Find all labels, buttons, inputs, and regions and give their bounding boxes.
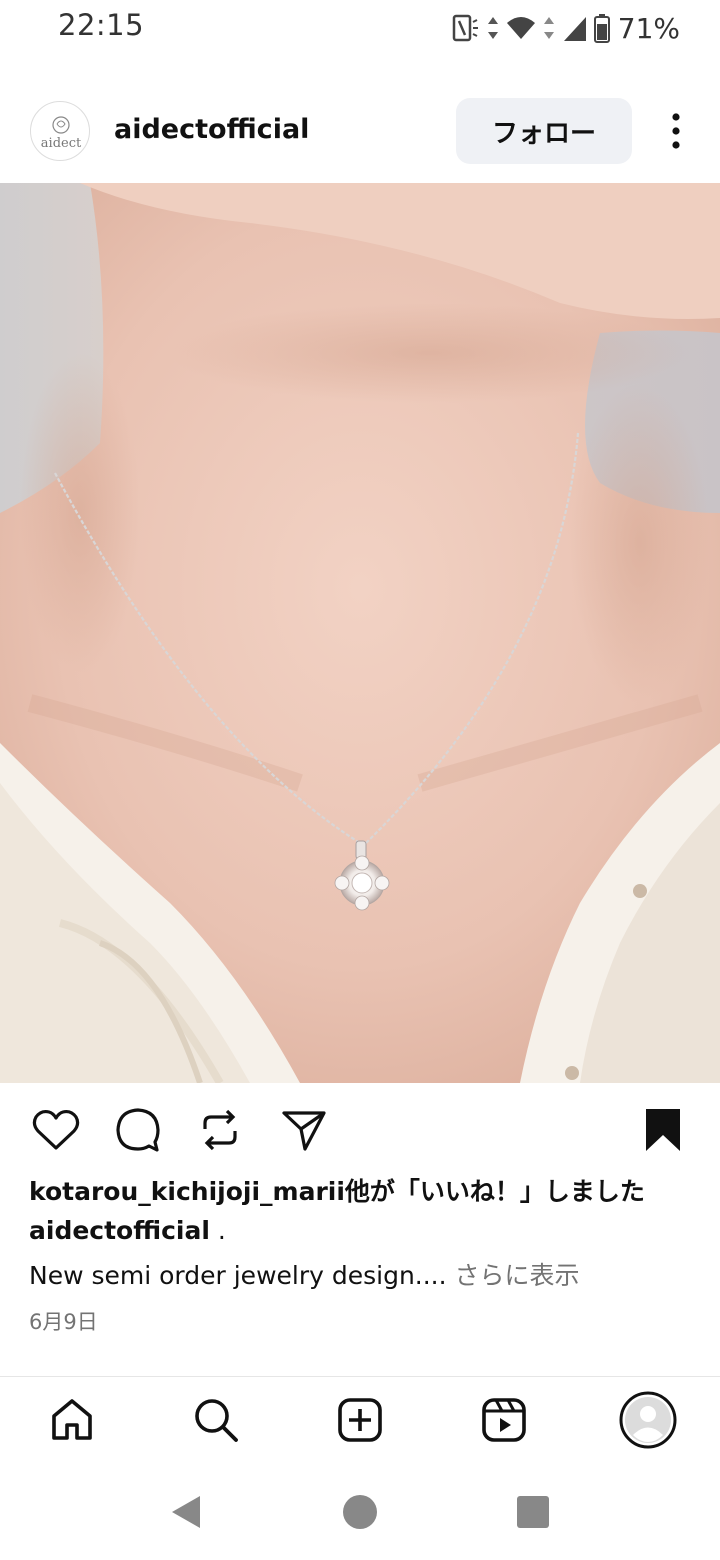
post-image[interactable] [0, 183, 720, 1083]
post-username[interactable]: aidectofficial [114, 114, 309, 145]
caption: New semi order jewelry design.... さらに表示 [29, 1256, 580, 1292]
battery-percent: 71% [617, 11, 680, 45]
caption-header: aidectofficial . [29, 1216, 226, 1245]
repost-icon[interactable] [194, 1104, 246, 1156]
reels-icon[interactable] [474, 1390, 534, 1450]
share-icon[interactable] [278, 1104, 330, 1156]
follow-button[interactable]: フォロー [456, 98, 632, 164]
likes-suffix: 他が「いいね！」しました [344, 1177, 645, 1206]
back-icon[interactable] [166, 1492, 206, 1532]
bottom-nav [0, 1378, 720, 1462]
search-icon[interactable] [186, 1390, 246, 1450]
nfc-icon [452, 14, 478, 42]
battery-icon [593, 14, 610, 43]
system-nav [0, 1462, 720, 1560]
signal-icon [563, 17, 586, 41]
home-icon[interactable] [42, 1390, 102, 1450]
status-icons: 71% [450, 10, 680, 46]
divider [0, 1376, 720, 1377]
caption-more-link[interactable]: さらに表示 [447, 1261, 580, 1290]
status-time: 22:15 [58, 8, 145, 42]
data-arrows-icon [543, 17, 554, 39]
bookmark-icon[interactable] [637, 1104, 689, 1156]
likes-username[interactable]: kotarou_kichijoji_marii [29, 1177, 345, 1206]
create-icon[interactable] [330, 1390, 390, 1450]
post-header: aidect aidectofficial フォロー [0, 88, 720, 176]
caption-text: New semi order jewelry design.... [29, 1261, 447, 1290]
likes-text[interactable]: kotarou_kichijoji_marii他が「いいね！」しました [29, 1172, 645, 1208]
avatar[interactable]: aidect [30, 101, 90, 161]
home-circle-icon[interactable] [340, 1492, 380, 1532]
wifi-icon [506, 17, 535, 39]
post-actions [0, 1100, 720, 1160]
profile-icon[interactable] [618, 1390, 678, 1450]
post-date: 6月9日 [29, 1310, 98, 1334]
data-arrows-icon [487, 17, 498, 39]
status-bar: 22:15 71% [0, 0, 720, 56]
comment-icon[interactable] [112, 1104, 164, 1156]
svg-text:aidect: aidect [41, 136, 82, 151]
more-options-icon[interactable] [656, 106, 696, 156]
caption-user-suffix: . [209, 1216, 226, 1245]
caption-username[interactable]: aidectofficial [29, 1216, 210, 1245]
recents-icon[interactable] [513, 1492, 553, 1532]
heart-icon[interactable] [30, 1104, 82, 1156]
